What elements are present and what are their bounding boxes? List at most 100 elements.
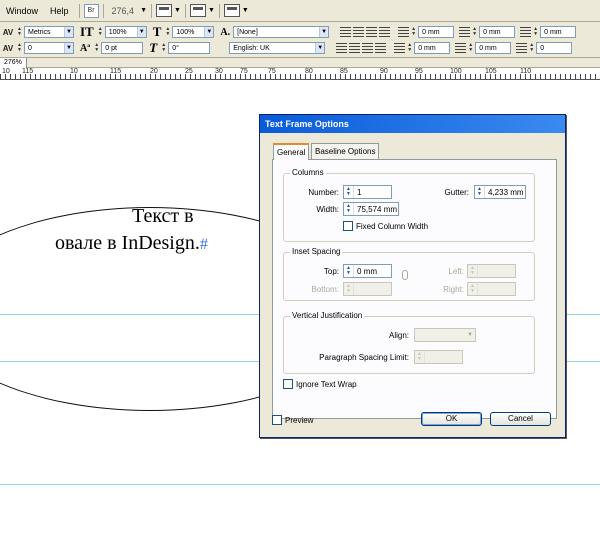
last-line-indent-field[interactable]: 0 mm bbox=[475, 42, 512, 54]
separator bbox=[78, 3, 80, 18]
screen-mode-icon[interactable] bbox=[189, 4, 206, 17]
document-tab-bar: 276% bbox=[0, 58, 600, 68]
skew-field[interactable]: 0° bbox=[168, 42, 211, 54]
gutter-field[interactable]: ▲ ▼ 4,233 mm bbox=[474, 185, 526, 199]
align-center-icon[interactable] bbox=[353, 27, 365, 37]
checkbox-box[interactable] bbox=[283, 379, 293, 389]
paragraph-spacing-limit-label: Paragraph Spacing Limit: bbox=[319, 353, 409, 362]
character-style-icon: A. bbox=[220, 26, 231, 38]
inset-spacing-group-title: Inset Spacing bbox=[290, 247, 343, 256]
left-inset-field[interactable]: ▲ ▼ bbox=[467, 264, 516, 278]
baseline-shift-stepper[interactable]: ▲ ▼ bbox=[93, 42, 100, 54]
menu-help[interactable]: Help bbox=[44, 6, 75, 16]
bottom-inset-field[interactable]: ▲ ▼ bbox=[343, 282, 392, 296]
chevron-down-icon[interactable]: ▼ bbox=[174, 7, 181, 14]
menu-bar: Window Help Br 276,4 ▼ ▼ ▼ ▼ bbox=[0, 0, 600, 22]
baseline-shift-field[interactable]: 0 pt bbox=[101, 42, 144, 54]
fixed-column-width-checkbox[interactable]: Fixed Column Width bbox=[343, 221, 428, 231]
columns-group: Columns Number: ▲ ▼ 1 Gutter: ▲ ▼ 4,233 mm W… bbox=[283, 168, 535, 242]
number-label: Number: bbox=[308, 188, 339, 197]
tab-baseline-options[interactable]: Baseline Options bbox=[311, 143, 380, 159]
align-towards-spine-icon[interactable] bbox=[336, 43, 348, 53]
chevron-down-icon: ▼ bbox=[467, 332, 473, 338]
number-field[interactable]: ▲ ▼ 1 bbox=[343, 185, 392, 199]
align-right-icon[interactable] bbox=[366, 27, 378, 37]
first-line-indent-field[interactable]: 0 mm bbox=[479, 26, 516, 38]
tracking-field[interactable]: 0 ▼ bbox=[24, 42, 74, 54]
drop-cap-icon bbox=[516, 43, 528, 53]
checkbox-box[interactable] bbox=[343, 221, 353, 231]
control-row-1: AV ▲ ▼ Metrics ▼ IT ▲ ▼ 100% ▼ T ▲ ▼ 100% ▼ A.… bbox=[0, 24, 577, 40]
left-inset-stepper[interactable]: ▲ ▼ bbox=[468, 265, 478, 277]
drop-cap-field[interactable]: 0 bbox=[536, 42, 573, 54]
tab-general[interactable]: General bbox=[273, 143, 310, 160]
vertical-scale-stepper[interactable]: ▲ ▼ bbox=[97, 26, 104, 38]
right-inset-field[interactable]: ▲ ▼ bbox=[467, 282, 516, 296]
top-inset-field[interactable]: ▲ ▼ 0 mm bbox=[343, 264, 392, 278]
kerning-icon: AV bbox=[2, 27, 14, 37]
menu-window[interactable]: Window bbox=[0, 6, 44, 16]
width-field[interactable]: ▲ ▼ 75,574 mm bbox=[343, 202, 399, 216]
last-line-indent-icon bbox=[455, 43, 467, 53]
kerning-field[interactable]: Metrics ▼ bbox=[24, 26, 74, 38]
right-label: Right: bbox=[443, 285, 464, 294]
first-line-indent-stepper[interactable]: ▲ ▼ bbox=[471, 26, 478, 38]
language-select[interactable]: English: UK ▼ bbox=[229, 42, 326, 54]
chain-link-icon[interactable] bbox=[402, 270, 408, 280]
justify-center-icon[interactable] bbox=[349, 43, 361, 53]
number-stepper[interactable]: ▲ ▼ bbox=[344, 186, 354, 198]
right-indent-stepper[interactable]: ▲ ▼ bbox=[406, 42, 413, 54]
justify-right-icon[interactable] bbox=[362, 43, 374, 53]
kerning-stepper[interactable]: ▲ ▼ bbox=[16, 26, 23, 38]
vertical-scale-field[interactable]: 100% ▼ bbox=[104, 26, 147, 38]
bottom-inset-stepper[interactable]: ▲ ▼ bbox=[344, 283, 354, 295]
left-label: Left: bbox=[448, 267, 464, 276]
chevron-down-icon[interactable]: ▼ bbox=[208, 7, 215, 14]
gutter-label: Gutter: bbox=[444, 188, 469, 197]
character-style-select[interactable]: [None] ▼ bbox=[233, 26, 330, 38]
space-before-field[interactable]: 0 mm bbox=[540, 26, 577, 38]
tracking-stepper[interactable]: ▲ ▼ bbox=[16, 42, 23, 54]
horizontal-scale-field[interactable]: 100% ▼ bbox=[172, 26, 215, 38]
view-options-icon[interactable] bbox=[156, 4, 172, 17]
vertical-scale-icon: IT bbox=[80, 24, 94, 39]
preview-checkbox[interactable]: Preview bbox=[272, 415, 313, 425]
top-inset-stepper[interactable]: ▲ ▼ bbox=[344, 265, 354, 277]
cancel-button[interactable]: Cancel bbox=[490, 412, 551, 426]
justify-icon[interactable] bbox=[379, 27, 391, 37]
horizontal-scale-stepper[interactable]: ▲ ▼ bbox=[164, 26, 171, 38]
right-indent-icon bbox=[394, 43, 406, 53]
separator bbox=[151, 3, 152, 18]
justify-all-icon[interactable] bbox=[375, 43, 387, 53]
last-line-indent-stepper[interactable]: ▲ ▼ bbox=[467, 42, 474, 54]
guide-line[interactable] bbox=[0, 484, 600, 485]
right-inset-stepper[interactable]: ▲ ▼ bbox=[468, 283, 478, 295]
right-indent-field[interactable]: 0 mm bbox=[414, 42, 451, 54]
paragraph-spacing-limit-field[interactable]: ▲ ▼ bbox=[414, 350, 463, 364]
align-left-icon[interactable] bbox=[340, 27, 352, 37]
bridge-button[interactable]: Br bbox=[83, 3, 99, 18]
space-before-stepper[interactable]: ▲ ▼ bbox=[532, 26, 539, 38]
checkbox-box[interactable] bbox=[272, 415, 282, 425]
gutter-stepper[interactable]: ▲ ▼ bbox=[475, 186, 485, 198]
inset-spacing-group: Inset Spacing Top: ▲ ▼ 0 mm Bottom: ▲ ▼ Lef… bbox=[283, 247, 535, 301]
arrange-documents-icon[interactable] bbox=[223, 4, 240, 17]
document-tab[interactable]: 276% bbox=[0, 58, 27, 68]
ok-button[interactable]: OK bbox=[421, 412, 482, 426]
drop-cap-stepper[interactable]: ▲ ▼ bbox=[528, 42, 535, 54]
ignore-text-wrap-checkbox[interactable]: Ignore Text Wrap bbox=[283, 379, 357, 389]
separator bbox=[218, 3, 220, 18]
left-indent-stepper[interactable]: ▲ ▼ bbox=[410, 26, 417, 38]
align-select[interactable]: ▼ bbox=[414, 328, 476, 342]
control-panel: AV ▲ ▼ Metrics ▼ IT ▲ ▼ 100% ▼ T ▲ ▼ 100% ▼ A.… bbox=[0, 22, 600, 58]
chevron-down-icon[interactable]: ▼ bbox=[242, 7, 249, 14]
paragraph-spacing-limit-stepper[interactable]: ▲ ▼ bbox=[415, 351, 425, 363]
skew-stepper[interactable]: ▲ ▼ bbox=[160, 42, 167, 54]
width-stepper[interactable]: ▲ ▼ bbox=[344, 203, 354, 215]
dialog-title[interactable]: Text Frame Options bbox=[260, 115, 565, 133]
zoom-dropdown-icon[interactable]: ▼ bbox=[140, 7, 147, 14]
zoom-level[interactable]: 276,4 bbox=[112, 6, 135, 16]
left-indent-icon bbox=[398, 27, 410, 37]
horizontal-ruler[interactable]: 10 115 10 115 20 25 30 75 75 80 85 90 95… bbox=[0, 68, 600, 80]
left-indent-field[interactable]: 0 mm bbox=[418, 26, 455, 38]
